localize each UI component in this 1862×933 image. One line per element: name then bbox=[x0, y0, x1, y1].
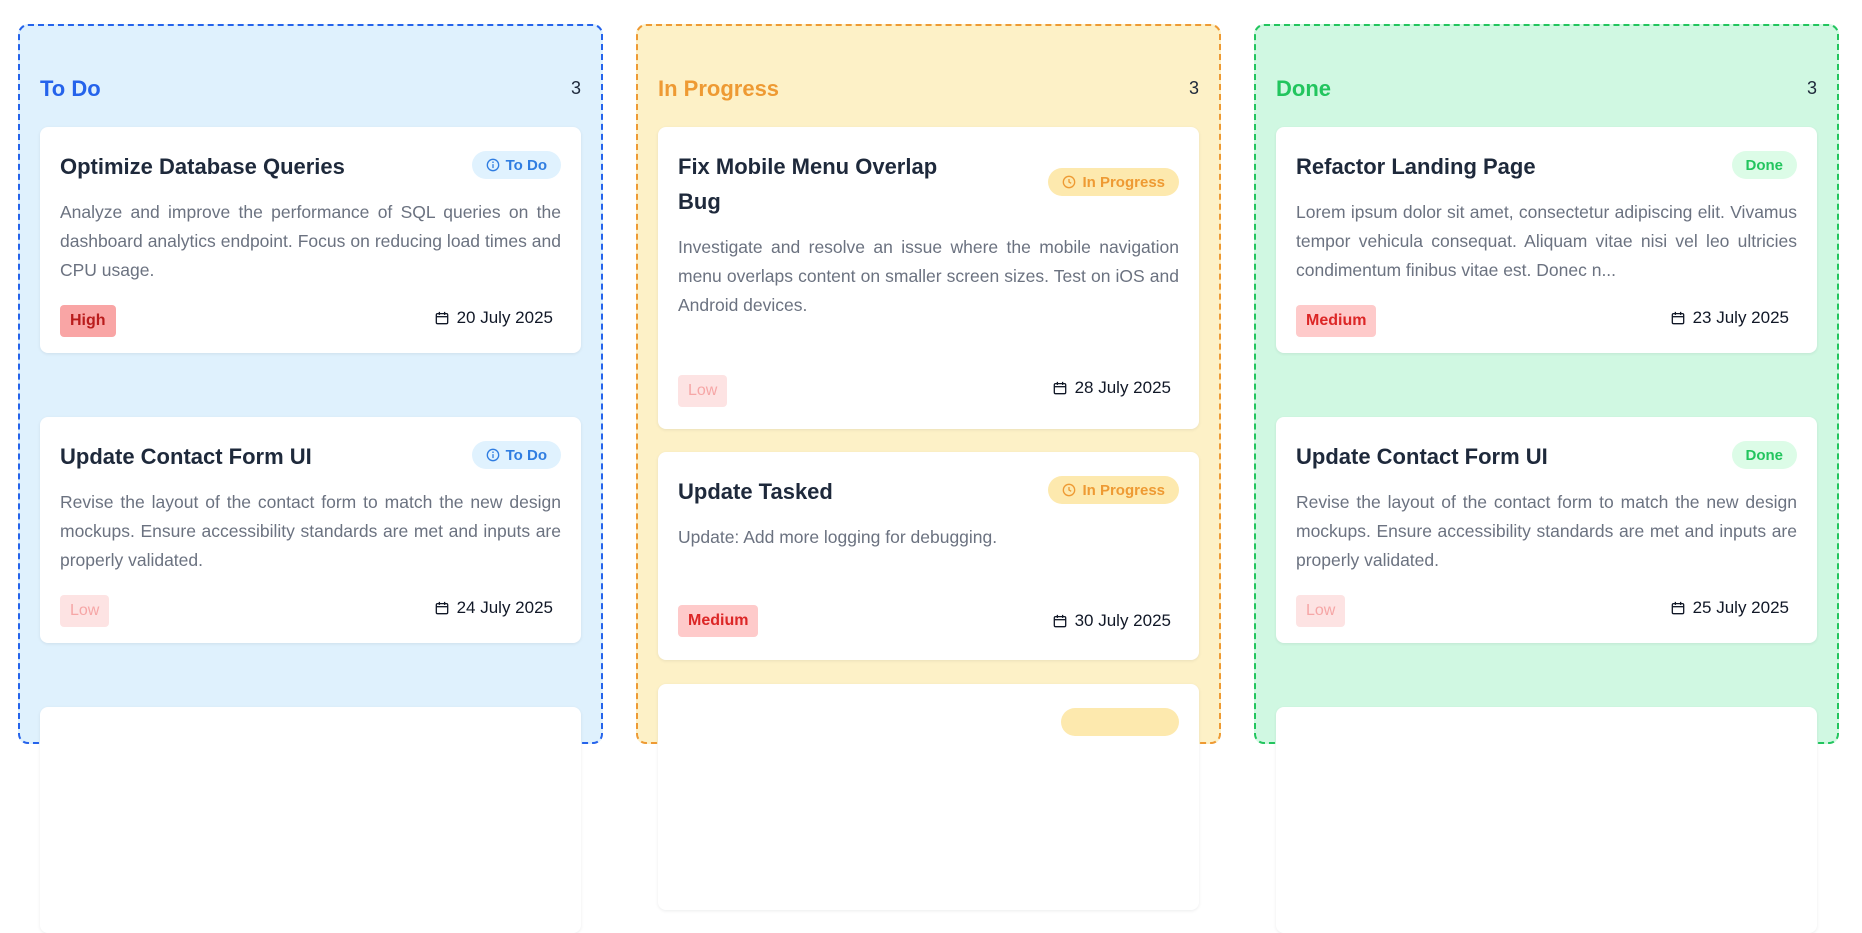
status-label: To Do bbox=[505, 156, 547, 174]
status-badge: Done bbox=[1731, 151, 1797, 179]
priority-badge: Low bbox=[60, 595, 110, 627]
clock-icon bbox=[1063, 483, 1076, 497]
task-card[interactable] bbox=[1276, 707, 1817, 933]
status-badge: Done bbox=[1731, 441, 1797, 469]
due-date: 28 July 2025 bbox=[1053, 378, 1171, 398]
status-label: In Progress bbox=[1082, 481, 1165, 499]
status-label: Done bbox=[1745, 156, 1784, 174]
status-badge: In Progress bbox=[1048, 168, 1179, 196]
due-date: 24 July 2025 bbox=[435, 598, 553, 618]
due-date: 20 July 2025 bbox=[435, 308, 553, 328]
calendar-icon bbox=[1053, 381, 1066, 395]
card-title: Update Contact Form UI bbox=[1296, 444, 1548, 469]
due-date: 30 July 2025 bbox=[1053, 611, 1171, 631]
card-title: Fix Mobile Menu Overlap Bug bbox=[678, 154, 938, 214]
calendar-icon bbox=[1671, 311, 1684, 325]
task-card[interactable]: Update Contact Form UI To Do Revise the … bbox=[40, 417, 581, 643]
status-label: Done bbox=[1745, 446, 1784, 464]
card-title: Optimize Database Queries bbox=[60, 154, 345, 179]
column-title: Done bbox=[1276, 76, 1331, 101]
card-title: Update Tasked bbox=[678, 479, 833, 504]
priority-badge: Medium bbox=[1296, 305, 1377, 337]
info-circle-icon bbox=[486, 448, 499, 462]
column-count: 3 bbox=[1806, 78, 1817, 98]
card-description: Update: Add more logging for debugging. bbox=[678, 527, 998, 547]
due-date-text: 28 July 2025 bbox=[1074, 378, 1171, 397]
column-in-progress: In Progress 3 Fix Mobile Menu Overlap Bu… bbox=[636, 24, 1221, 910]
task-card[interactable]: Optimize Database Queries To Do Analyze … bbox=[40, 127, 581, 353]
due-date: 25 July 2025 bbox=[1671, 598, 1789, 618]
kanban-board: To Do 3 Optimize Database Queries To Do … bbox=[0, 0, 1862, 933]
due-date-text: 25 July 2025 bbox=[1692, 598, 1789, 617]
status-label: In Progress bbox=[1082, 173, 1165, 191]
due-date-text: 20 July 2025 bbox=[456, 308, 553, 327]
card-description: Lorem ipsum dolor sit amet, consectetur … bbox=[1296, 202, 1797, 280]
clock-icon bbox=[1063, 175, 1076, 189]
status-badge: To Do bbox=[471, 441, 561, 469]
card-description: Revise the layout of the contact form to… bbox=[60, 492, 561, 570]
column-title: To Do bbox=[40, 76, 101, 101]
card-title: Refactor Landing Page bbox=[1296, 154, 1536, 179]
column-todo: To Do 3 Optimize Database Queries To Do … bbox=[18, 24, 603, 933]
info-circle-icon bbox=[486, 158, 499, 172]
due-date-text: 30 July 2025 bbox=[1074, 611, 1171, 630]
card-title: Update Contact Form UI bbox=[60, 444, 312, 469]
card-description: Analyze and improve the performance of S… bbox=[60, 202, 561, 280]
task-card[interactable]: Fix Mobile Menu Overlap Bug In Progress … bbox=[658, 127, 1199, 429]
priority-badge: Low bbox=[1296, 595, 1346, 627]
task-card[interactable]: Refactor Landing Page Done Lorem ipsum d… bbox=[1276, 127, 1817, 353]
column-title: In Progress bbox=[658, 76, 780, 101]
task-card[interactable] bbox=[40, 707, 581, 933]
calendar-icon bbox=[1671, 601, 1684, 615]
status-badge: To Do bbox=[471, 151, 561, 179]
column-done: Done 3 Refactor Landing Page Done Lorem … bbox=[1254, 24, 1839, 933]
task-card[interactable] bbox=[658, 684, 1199, 910]
column-count: 3 bbox=[570, 78, 581, 98]
calendar-icon bbox=[435, 601, 448, 615]
status-badge bbox=[1061, 708, 1179, 736]
calendar-icon bbox=[1053, 614, 1066, 628]
column-count: 3 bbox=[1188, 78, 1199, 98]
due-date-text: 23 July 2025 bbox=[1692, 308, 1789, 327]
priority-badge: Medium bbox=[678, 605, 759, 637]
card-description: Revise the layout of the contact form to… bbox=[1296, 492, 1797, 570]
calendar-icon bbox=[435, 311, 448, 325]
task-card[interactable]: Update Tasked In Progress Update: Add mo… bbox=[658, 452, 1199, 660]
status-label: To Do bbox=[505, 446, 547, 464]
priority-badge: Low bbox=[678, 375, 728, 407]
card-description: Investigate and resolve an issue where t… bbox=[678, 237, 1179, 315]
task-card[interactable]: Update Contact Form UI Done Revise the l… bbox=[1276, 417, 1817, 643]
due-date: 23 July 2025 bbox=[1671, 308, 1789, 328]
priority-badge: High bbox=[60, 305, 116, 337]
status-badge: In Progress bbox=[1048, 476, 1179, 504]
due-date-text: 24 July 2025 bbox=[456, 598, 553, 617]
